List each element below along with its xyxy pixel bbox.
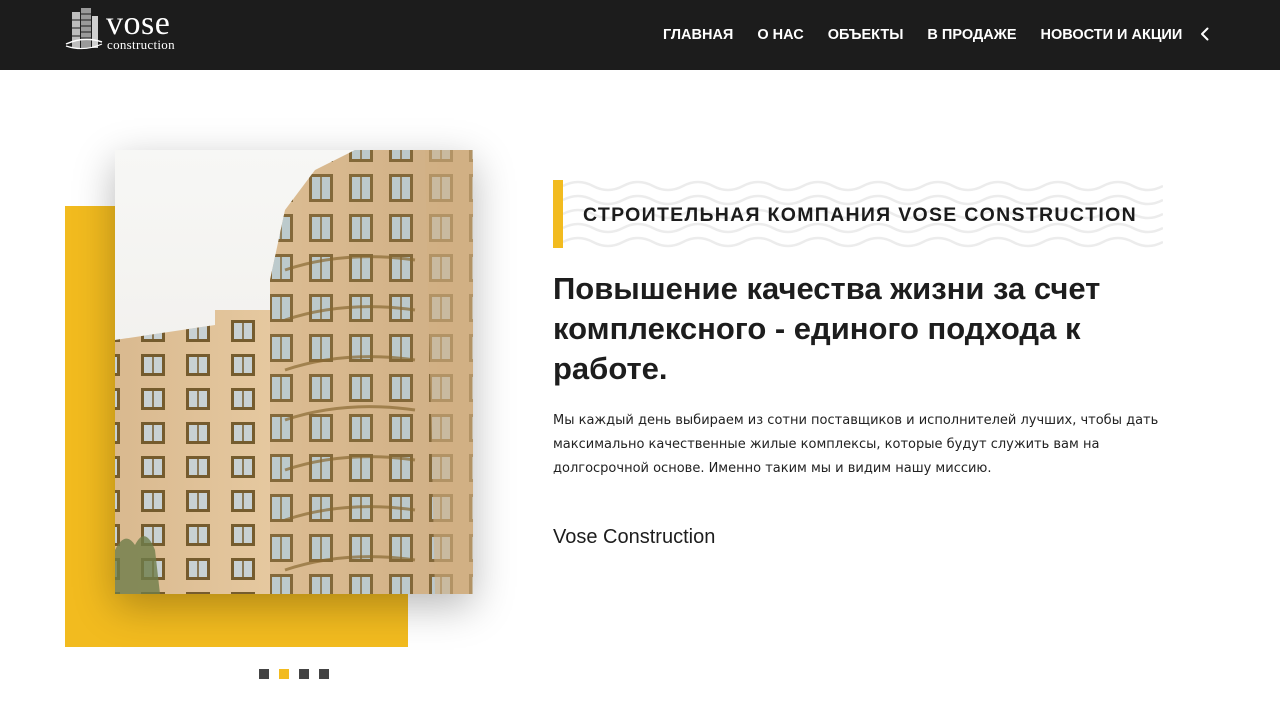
slider-dot-3[interactable] [299,669,309,679]
main-nav: ГЛАВНАЯ О НАС ОБЪЕКТЫ В ПРОДАЖЕ НОВОСТИ … [651,0,1194,70]
chevron-left-icon[interactable] [1197,26,1213,42]
nav-item-about[interactable]: О НАС [757,27,803,43]
nav-item-for-sale[interactable]: В ПРОДАЖЕ [927,27,1016,43]
hero-headline: Повышение качества жизни за счет комплек… [553,271,1101,386]
eyebrow-banner: СТРОИТЕЛЬНАЯ КОМПАНИЯ VOSE CONSTRUCTION [553,180,1163,248]
logo-subtitle: construction [107,37,175,52]
nav-item-home[interactable]: ГЛАВНАЯ [663,27,733,43]
slider-pagination [259,669,339,679]
eyebrow-accent-bar [553,180,563,248]
building-photo [115,150,473,594]
slider-dot-2[interactable] [279,669,289,679]
hero-section: СТРОИТЕЛЬНАЯ КОМПАНИЯ VOSE CONSTRUCTION … [0,70,1280,726]
nav-item-news[interactable]: НОВОСТИ И АКЦИИ [1041,27,1183,43]
hero-description: Мы каждый день выбираем из сотни поставщ… [553,413,1159,476]
nav-item-objects[interactable]: ОБЪЕКТЫ [828,27,904,43]
slider-dot-4[interactable] [319,669,329,679]
slider-dot-1[interactable] [259,669,269,679]
site-header: vose construction ГЛАВНАЯ О НАС ОБЪЕКТЫ … [0,0,1280,70]
company-signature: Vose Construction [553,526,716,548]
eyebrow-title: СТРОИТЕЛЬНАЯ КОМПАНИЯ VOSE CONSTRUCTION [583,204,1137,226]
logo[interactable]: vose construction [64,6,194,54]
building-logo-icon [65,8,103,50]
